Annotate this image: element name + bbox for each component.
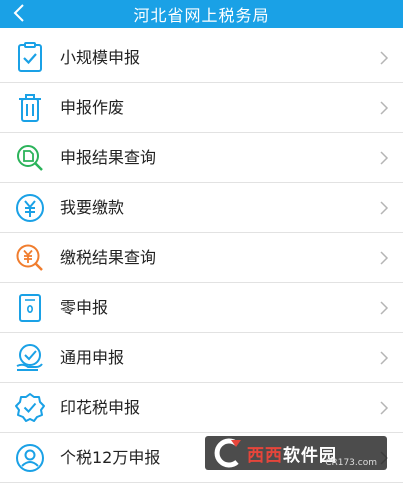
menu-item-label: 申报结果查询 — [60, 148, 157, 167]
menu-item-payment-result-query[interactable]: 缴税结果查询 — [0, 233, 403, 283]
menu-item-make-payment[interactable]: 我要缴款 — [0, 183, 403, 233]
hand-check-icon — [16, 344, 43, 371]
menu-item-void-declaration[interactable]: 申报作废 — [0, 83, 403, 133]
menu-item-label: 小规模申报 — [60, 48, 141, 67]
cr173-logo-icon — [214, 438, 241, 468]
chevron-right-icon — [380, 51, 389, 65]
back-button[interactable] — [8, 2, 30, 24]
menu-item-stamp-tax-declaration[interactable]: 印花税申报 — [0, 383, 403, 433]
menu-item-small-scale-declare[interactable]: 小规模申报 — [0, 33, 403, 83]
watermark: 西西软件园 CR173.com — [205, 436, 387, 470]
menu-item-declare-result-query[interactable]: 申报结果查询 — [0, 133, 403, 183]
stamp-badge-icon — [15, 393, 45, 422]
menu-item-label: 印花税申报 — [60, 398, 141, 417]
chevron-right-icon — [380, 401, 389, 415]
yuan-icon — [16, 194, 44, 222]
chevron-left-icon — [13, 4, 24, 22]
menu-item-zero-declaration[interactable]: 零申报 — [0, 283, 403, 333]
menu-item-label: 申报作废 — [60, 98, 125, 117]
nav-bar: 河北省网上税务局 — [0, 0, 403, 28]
watermark-text-a: 西西 — [247, 445, 283, 466]
chevron-right-icon — [380, 101, 389, 115]
chevron-right-icon — [380, 251, 389, 265]
menu-item-label: 通用申报 — [60, 348, 125, 367]
watermark-text: 西西软件园 — [247, 441, 337, 466]
chevron-right-icon — [380, 151, 389, 165]
menu-item-label: 缴税结果查询 — [60, 248, 157, 267]
menu-item-general-declaration[interactable]: 通用申报 — [0, 333, 403, 383]
menu-item-label: 我要缴款 — [60, 198, 125, 217]
page-title: 河北省网上税务局 — [133, 6, 270, 25]
chevron-right-icon — [380, 301, 389, 315]
watermark-url: CR173.com — [325, 458, 377, 468]
document-search-icon — [17, 145, 43, 171]
menu-item-label: 零申报 — [60, 298, 109, 317]
menu-item-label: 个税12万申报 — [60, 448, 161, 467]
menu-list: 小规模申报 申报作废 申报结果查询 我要缴款 缴税结果查询 零申报 通用申报 印… — [0, 33, 403, 483]
chevron-right-icon — [380, 201, 389, 215]
checklist-icon — [18, 42, 42, 72]
chevron-right-icon — [380, 351, 389, 365]
person-icon — [16, 444, 44, 472]
trash-icon — [19, 94, 41, 122]
yuan-search-icon — [16, 244, 43, 271]
zero-document-icon — [19, 294, 41, 322]
